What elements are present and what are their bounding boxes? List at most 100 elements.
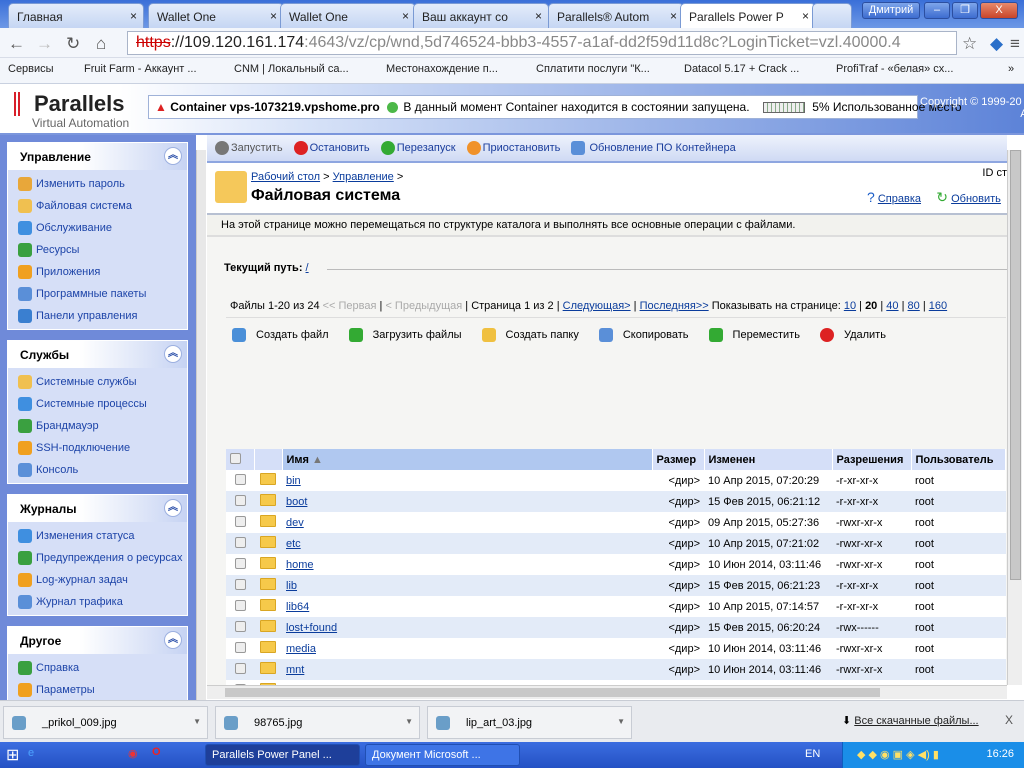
table-row[interactable]: lib <дир> 15 Фев 2015, 06:21:23 -r-xr-xr-x r…	[226, 575, 1006, 596]
row-checkbox[interactable]	[234, 557, 246, 569]
browser-tab[interactable]: Parallels® Autom ×	[548, 3, 684, 28]
suspend-button[interactable]: Приостановить	[466, 141, 560, 155]
delete-button[interactable]: Удалить	[819, 328, 896, 342]
start-menu-icon[interactable]: ⊞	[6, 745, 19, 765]
opera-icon[interactable]: O	[152, 746, 161, 758]
taskbar-window[interactable]: Parallels Power Panel ...	[205, 744, 360, 766]
bookmark[interactable]: Fruit Farm - Аккаунт ...	[84, 63, 197, 75]
refresh-link[interactable]: Обновить	[951, 193, 1001, 205]
file-name-link[interactable]: lost+found	[286, 622, 337, 634]
last-page-link[interactable]: Последняя>>	[640, 300, 709, 312]
column-user[interactable]: Пользователь	[911, 449, 1006, 470]
download-item[interactable]: _prikol_009.jpg ▼	[3, 706, 208, 739]
close-tab-icon[interactable]: ×	[802, 9, 809, 23]
download-menu-icon[interactable]: ▼	[405, 717, 413, 726]
sidebar-item[interactable]: Изменить пароль	[8, 173, 187, 195]
sidebar-scrollbar[interactable]	[196, 150, 206, 700]
bookmark[interactable]: Сплатити послуги "К...	[536, 63, 650, 75]
star-icon[interactable]: ☆	[962, 34, 977, 54]
next-page-link[interactable]: Следующая>	[563, 300, 631, 312]
row-checkbox[interactable]	[234, 515, 246, 527]
download-menu-icon[interactable]: ▼	[617, 717, 625, 726]
create-folder-button[interactable]: Создать папку	[481, 328, 589, 342]
move-button[interactable]: Переместить	[708, 328, 810, 342]
collapse-icon[interactable]: ︽	[164, 147, 182, 165]
sidebar-item[interactable]: Параметры	[8, 679, 187, 700]
per-page-option[interactable]: 160	[929, 300, 947, 312]
sidebar-item[interactable]: Файловая система	[8, 195, 187, 217]
table-row[interactable]: etc <дир> 10 Апр 2015, 07:21:02 -rwxr-xr-x r…	[226, 533, 1006, 554]
chrome-quicklaunch-icon[interactable]: ◉	[128, 747, 138, 760]
download-item[interactable]: 98765.jpg ▼	[215, 706, 420, 739]
sidebar-item[interactable]: Консоль	[8, 459, 187, 481]
file-name-link[interactable]: boot	[286, 496, 307, 508]
column-name[interactable]: Имя ▲	[282, 449, 653, 470]
browser-tab[interactable]: Parallels Power P ×	[680, 3, 816, 28]
row-checkbox[interactable]	[234, 662, 246, 674]
close-downloads-button[interactable]: X	[1005, 713, 1013, 727]
sidebar-item[interactable]: Системные службы	[8, 371, 187, 393]
language-indicator[interactable]: EN	[805, 748, 820, 760]
row-checkbox[interactable]	[234, 473, 246, 485]
current-path-link[interactable]: /	[306, 262, 309, 274]
table-row[interactable]: dev <дир> 09 Апр 2015, 05:27:36 -rwxr-xr-x r…	[226, 512, 1006, 533]
collapse-icon[interactable]: ︽	[164, 631, 182, 649]
bookmark[interactable]: ProfiTraf - «белая» сх...	[836, 63, 953, 75]
sidebar-item[interactable]: Обслуживание	[8, 217, 187, 239]
table-row[interactable]: home <дир> 10 Июн 2014, 03:11:46 -rwxr-xr-x…	[226, 554, 1006, 575]
close-tab-icon[interactable]: ×	[130, 9, 137, 23]
sidebar-item[interactable]: Предупреждения о ресурсах	[8, 547, 187, 569]
create-file-button[interactable]: Создать файл	[232, 328, 339, 342]
sidebar-item[interactable]: Системные процессы	[8, 393, 187, 415]
collapse-icon[interactable]: ︽	[164, 499, 182, 517]
restart-button[interactable]: Перезапуск	[380, 141, 456, 155]
close-tab-icon[interactable]: ×	[270, 9, 277, 23]
sidebar-item[interactable]: Приложения	[8, 261, 187, 283]
bookmark[interactable]: Местонахождение п...	[386, 63, 498, 75]
sidebar-item[interactable]: SSH-подключение	[8, 437, 187, 459]
file-name-link[interactable]: home	[286, 559, 314, 571]
close-tab-icon[interactable]: ×	[670, 9, 677, 23]
bookmark[interactable]: »	[1008, 63, 1014, 75]
per-page-option[interactable]: 10	[844, 300, 856, 312]
help-link[interactable]: Справка	[878, 193, 921, 205]
column-permissions[interactable]: Разрешения	[832, 449, 912, 470]
copy-button[interactable]: Скопировать	[598, 328, 699, 342]
main-vertical-scrollbar[interactable]	[1007, 150, 1022, 685]
select-all-checkbox[interactable]	[230, 452, 241, 464]
row-checkbox[interactable]	[234, 641, 246, 653]
browser-tab[interactable]: Wallet One ×	[280, 3, 416, 28]
main-horizontal-scrollbar[interactable]	[207, 685, 1007, 699]
per-page-option[interactable]: 40	[886, 300, 898, 312]
file-name-link[interactable]: lib	[286, 580, 297, 592]
browser-tab[interactable]: Wallet One ×	[148, 3, 284, 28]
sidebar-item[interactable]: Журнал трафика	[8, 591, 187, 613]
new-tab-button[interactable]	[812, 3, 852, 28]
row-checkbox[interactable]	[234, 494, 246, 506]
maximize-button[interactable]: ❐	[952, 2, 978, 19]
sidebar-item[interactable]: Изменения статуса	[8, 525, 187, 547]
url-input[interactable]: https://109.120.161.174:4643/vz/cp/wnd,5…	[127, 31, 957, 55]
download-menu-icon[interactable]: ▼	[193, 717, 201, 726]
per-page-option[interactable]: 80	[908, 300, 920, 312]
all-downloads-link[interactable]: Все скачанные файлы...	[854, 715, 978, 727]
sidebar-item[interactable]: Log-журнал задач	[8, 569, 187, 591]
sidebar-item[interactable]: Брандмауэр	[8, 415, 187, 437]
sidebar-item[interactable]: Панели управления	[8, 305, 187, 327]
file-name-link[interactable]: dev	[286, 517, 304, 529]
bookmark[interactable]: Сервисы	[8, 63, 54, 75]
file-name-link[interactable]: lib64	[286, 601, 309, 613]
row-checkbox[interactable]	[234, 599, 246, 611]
stop-button[interactable]: Остановить	[293, 141, 370, 155]
sidebar-item[interactable]: Программные пакеты	[8, 283, 187, 305]
browser-tab[interactable]: Ваш аккаунт со ×	[413, 3, 549, 28]
table-row[interactable]: lost+found <дир> 15 Фев 2015, 06:20:24 -rwx…	[226, 617, 1006, 638]
close-window-button[interactable]: X	[980, 2, 1018, 19]
column-size[interactable]: Размер	[652, 449, 705, 470]
ie-icon[interactable]: e	[28, 747, 34, 759]
upload-button[interactable]: Загрузить файлы	[348, 328, 472, 342]
close-tab-icon[interactable]: ×	[535, 9, 542, 23]
row-checkbox[interactable]	[234, 578, 246, 590]
column-modified[interactable]: Изменен	[704, 449, 833, 470]
update-button[interactable]: Обновление ПО Контейнера	[571, 141, 736, 155]
